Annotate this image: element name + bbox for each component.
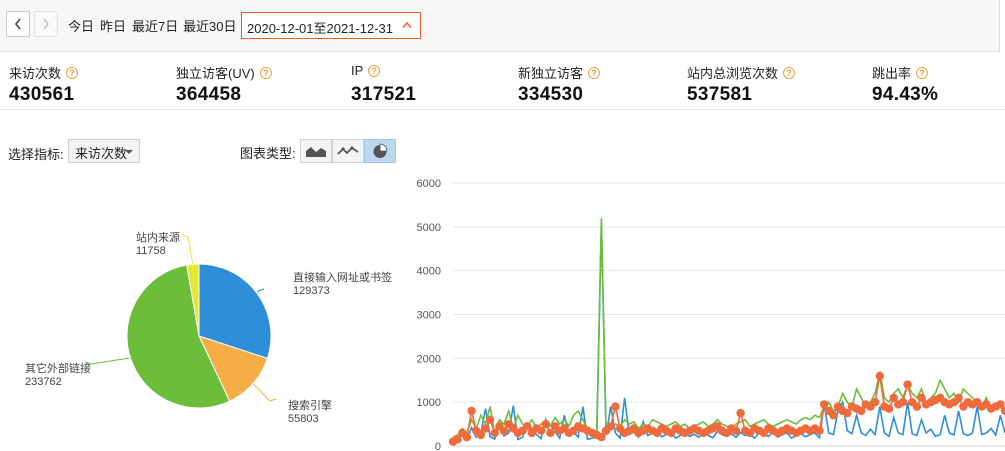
- quick-range-yesterday[interactable]: 昨日: [100, 16, 126, 35]
- top-toolbar: 今日 昨日 最近7日 最近30日 2020-12-01至2021-12-31: [0, 0, 1005, 52]
- caret-down-icon: [125, 150, 133, 154]
- pie-slice-value: 129373: [293, 285, 330, 297]
- y-tick-label: 3000: [417, 310, 441, 322]
- series-point[interactable]: [541, 419, 550, 429]
- quick-range-today[interactable]: 今日: [68, 16, 94, 35]
- y-tick-label: 0: [435, 441, 441, 451]
- help-icon[interactable]: ?: [368, 64, 381, 77]
- series-point[interactable]: [611, 402, 620, 411]
- help-icon[interactable]: ?: [588, 66, 601, 79]
- metric-value: 430561: [9, 84, 75, 105]
- pie-leader-line: [253, 383, 277, 402]
- series-point[interactable]: [884, 404, 894, 413]
- pie-leader-line: [181, 234, 194, 264]
- series-point[interactable]: [903, 380, 912, 389]
- metric-value: 317521: [351, 84, 417, 105]
- series-point[interactable]: [912, 402, 922, 411]
- metric-value: 334530: [518, 84, 584, 105]
- metric-label: IP: [351, 63, 364, 78]
- pie-chart: 直接输入网址或书签129373 搜索引擎55803 其它外部链接233762 站内来源…: [25, 230, 392, 425]
- series-point[interactable]: [954, 393, 963, 402]
- metric-value: 364458: [176, 84, 242, 105]
- chevron-right-icon: [43, 18, 50, 30]
- metric-label: 跳出率: [872, 66, 912, 81]
- chevron-left-icon: [14, 18, 21, 30]
- chart-type-area-button[interactable]: [300, 139, 332, 163]
- line-chart: 0 1000 2000 3000 4000 5000 6000: [417, 178, 1005, 451]
- series-point[interactable]: [829, 411, 838, 420]
- series-point[interactable]: [898, 398, 908, 407]
- series-point[interactable]: [481, 424, 490, 433]
- series-point[interactable]: [815, 426, 824, 435]
- series-point[interactable]: [606, 422, 615, 431]
- series-point[interactable]: [875, 371, 884, 381]
- area-chart-icon: [306, 147, 326, 157]
- next-period-button[interactable]: [34, 11, 58, 37]
- help-icon[interactable]: ?: [783, 66, 796, 79]
- help-icon[interactable]: ?: [66, 66, 79, 79]
- pie-chart-icon: [373, 143, 388, 158]
- chart-type-line-button[interactable]: [332, 139, 364, 163]
- metric-select-label: 选择指标:: [8, 147, 64, 162]
- series-point[interactable]: [467, 406, 476, 416]
- metric-label: 来访次数: [9, 66, 62, 81]
- pie-slice-label: 站内来源: [136, 230, 180, 244]
- help-icon[interactable]: ?: [916, 66, 929, 79]
- pie-slice-label: 搜索引擎: [288, 398, 332, 412]
- series-point[interactable]: [736, 408, 745, 418]
- metric-value: 94.43%: [872, 84, 939, 105]
- y-tick-label: 1000: [417, 397, 441, 409]
- series-point[interactable]: [870, 398, 880, 407]
- pie-slice-value: 233762: [25, 376, 62, 388]
- pie-leader-line: [84, 357, 130, 365]
- y-tick-label: 6000: [417, 178, 441, 190]
- toolbar-edge-panel: [999, 0, 1005, 52]
- series-point[interactable]: [731, 426, 741, 435]
- pie-leader-line: [257, 288, 265, 294]
- help-icon[interactable]: ?: [259, 66, 272, 79]
- date-range-picker[interactable]: 2020-12-01至2021-12-31: [241, 12, 421, 39]
- line-chart-icon: [337, 146, 359, 155]
- y-tick-label: 5000: [417, 222, 441, 234]
- metric-select-value: 来访次数: [75, 146, 128, 161]
- prev-period-button[interactable]: [6, 11, 30, 37]
- date-range-value: 2020-12-01至2021-12-31: [247, 21, 393, 36]
- series-line: [452, 222, 1005, 444]
- quick-range-7days[interactable]: 最近7日: [132, 16, 178, 35]
- quick-range-30days[interactable]: 最近30日: [183, 16, 236, 35]
- chart-type-label: 图表类型:: [240, 146, 296, 161]
- metric-select[interactable]: 来访次数: [68, 139, 140, 163]
- pie-slice-label: 其它外部链接: [25, 361, 91, 375]
- metric-label: 新独立访客: [518, 66, 584, 81]
- pie-slice-value: 55803: [288, 413, 319, 425]
- y-tick-label: 4000: [417, 266, 441, 278]
- pie-slice-value: 11758: [136, 245, 166, 257]
- y-tick-label: 2000: [417, 353, 441, 365]
- series-point[interactable]: [462, 433, 472, 442]
- pie-slice-label: 直接输入网址或书签: [293, 270, 392, 284]
- metric-value: 537581: [687, 84, 753, 105]
- series-point[interactable]: [485, 415, 495, 424]
- chevron-up-icon: [402, 21, 412, 28]
- chart-type-pie-button[interactable]: [364, 139, 396, 163]
- metric-label: 站内总浏览次数: [687, 66, 779, 81]
- metric-label: 独立访客(UV): [176, 66, 255, 81]
- metrics-row: 来访次数? 430561 独立访客(UV)? 364458 IP? 317521…: [0, 52, 1005, 110]
